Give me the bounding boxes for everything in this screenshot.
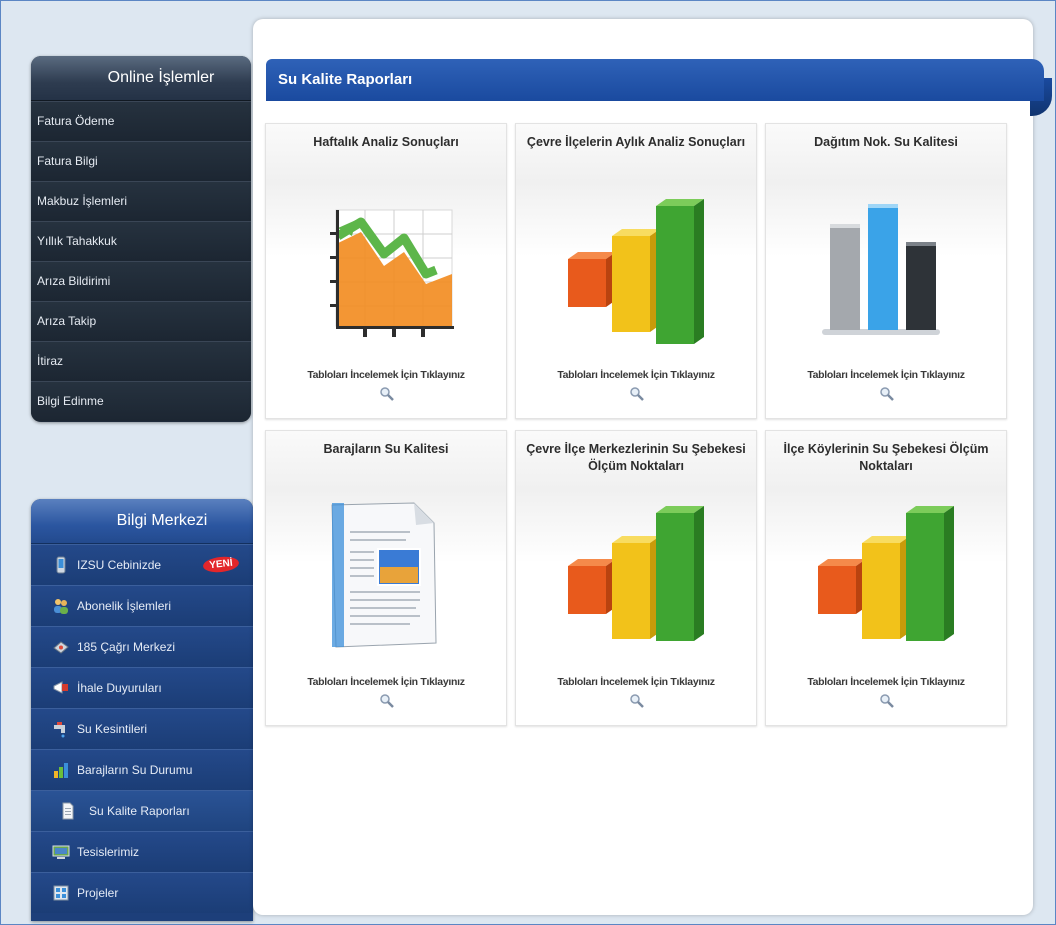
card-link[interactable]: Tabloları İncelemek İçin Tıklayınız — [266, 369, 506, 381]
card-title: Barajların Su Kalitesi — [323, 442, 449, 456]
magnifier-icon — [880, 694, 894, 708]
sidebar-item-ihale-duyurulari[interactable]: İhale Duyuruları — [31, 667, 253, 708]
report-card-cevre-ilce-merkezleri[interactable]: Çevre İlçe Merkezlerinin Su Şebekesi Ölç… — [515, 430, 757, 726]
sidebar-item-su-kesintileri[interactable]: Su Kesintileri — [31, 708, 253, 749]
sidebar-item-projeler[interactable]: Projeler — [31, 872, 253, 913]
sidebar-item-su-kalite-raporlari[interactable]: Su Kalite Raporları — [31, 790, 253, 831]
magnifier-icon — [380, 387, 394, 401]
sidebar-item-barajlarin-su-durumu[interactable]: Barajların Su Durumu — [31, 749, 253, 790]
document-icon — [62, 802, 74, 820]
sidebar-item-label: Su Kesintileri — [77, 722, 148, 736]
sidebar-item-abonelik-islemleri[interactable]: Abonelik İşlemleri — [31, 585, 253, 626]
card-title: Haftalık Analiz Sonuçları — [313, 135, 459, 149]
new-badge: YENİ — [202, 555, 240, 574]
water-tap-icon — [54, 722, 65, 738]
sidebar-item-label: 185 Çağrı Merkezi — [77, 640, 176, 654]
page-title: Su Kalite Raporları — [266, 59, 1044, 101]
sidebar-item-itiraz[interactable]: İtiraz — [31, 341, 251, 381]
sidebar-item-label: Su Kalite Raporları — [89, 804, 190, 818]
card-title: Dağıtım Nok. Su Kalitesi — [814, 135, 958, 149]
mobile-phone-icon — [56, 556, 66, 574]
projects-icon — [53, 885, 69, 901]
sidebar-item-label: Projeler — [77, 886, 119, 900]
card-link[interactable]: Tabloları İncelemek İçin Tıklayınız — [516, 369, 756, 381]
sidebar-item-label: İhale Duyuruları — [77, 681, 162, 695]
megaphone-icon — [53, 681, 68, 694]
sidebar-item-fatura-bilgi[interactable]: Fatura Bilgi — [31, 141, 251, 181]
card-link[interactable]: Tabloları İncelemek İçin Tıklayınız — [516, 676, 756, 688]
bar-chart-icon — [54, 763, 68, 778]
magnifier-icon — [380, 694, 394, 708]
online-islemler-panel: Online İşlemler Fatura Ödeme Fatura Bilg… — [31, 56, 251, 422]
report-card-dagitim-noktasi[interactable]: Dağıtım Nok. Su Kalitesi Tabloları İncel… — [765, 123, 1007, 419]
card-link[interactable]: Tabloları İncelemek İçin Tıklayınız — [766, 676, 1006, 688]
online-islemler-title: Online İşlemler — [31, 56, 251, 101]
report-card-cevre-ilceler-aylik[interactable]: Çevre İlçelerin Aylık Analiz Sonuçları T… — [515, 123, 757, 419]
sidebar-item-ariza-bildirimi[interactable]: Arıza Bildirimi — [31, 261, 251, 301]
sidebar-item-label: Barajların Su Durumu — [77, 763, 193, 777]
sidebar-item-makbuz-islemleri[interactable]: Makbuz İşlemleri — [31, 181, 251, 221]
card-title: Çevre İlçe Merkezlerinin Su Şebekesi Ölç… — [526, 442, 746, 473]
sidebar-item-fatura-odeme[interactable]: Fatura Ödeme — [31, 101, 251, 141]
magnifier-icon — [880, 387, 894, 401]
sidebar-item-label: Abonelik İşlemleri — [77, 599, 172, 613]
magnifier-icon — [630, 694, 644, 708]
card-link[interactable]: Tabloları İncelemek İçin Tıklayınız — [266, 676, 506, 688]
report-card-haftalik[interactable]: Haftalık Analiz Sonuçları Tabloları İnce… — [265, 123, 507, 419]
sidebar-item-bilgi-edinme[interactable]: Bilgi Edinme — [31, 381, 251, 421]
facility-icon — [52, 845, 70, 859]
sidebar-item-tesislerimiz[interactable]: Tesislerimiz — [31, 831, 253, 872]
sidebar-item-label: Tesislerimiz — [77, 845, 140, 859]
report-card-ilce-koyleri[interactable]: İlçe Köylerinin Su Şebekesi Ölçüm Noktal… — [765, 430, 1007, 726]
users-icon — [54, 599, 68, 614]
phone-icon — [53, 641, 69, 654]
sidebar-item-izsu-cebinizde[interactable]: IZSU Cebinizde YENİ — [31, 544, 253, 585]
bilgi-merkezi-panel: Bilgi Merkezi IZSU Cebinizde YENİ Abonel… — [31, 499, 253, 921]
sidebar-item-yillik-tahakkuk[interactable]: Yıllık Tahakkuk — [31, 221, 251, 261]
bilgi-merkezi-title: Bilgi Merkezi — [31, 499, 253, 544]
card-title: İlçe Köylerinin Su Şebekesi Ölçüm Noktal… — [783, 442, 989, 473]
sidebar-item-185-cagri-merkezi[interactable]: 185 Çağrı Merkezi — [31, 626, 253, 667]
report-card-barajlar[interactable]: Barajların Su Kalitesi Tabloları İncelem… — [265, 430, 507, 726]
card-link[interactable]: Tabloları İncelemek İçin Tıklayınız — [766, 369, 1006, 381]
magnifier-icon — [630, 387, 644, 401]
sidebar-item-ariza-takip[interactable]: Arıza Takip — [31, 301, 251, 341]
sidebar-item-label: IZSU Cebinizde — [77, 558, 162, 572]
card-title: Çevre İlçelerin Aylık Analiz Sonuçları — [526, 135, 746, 149]
